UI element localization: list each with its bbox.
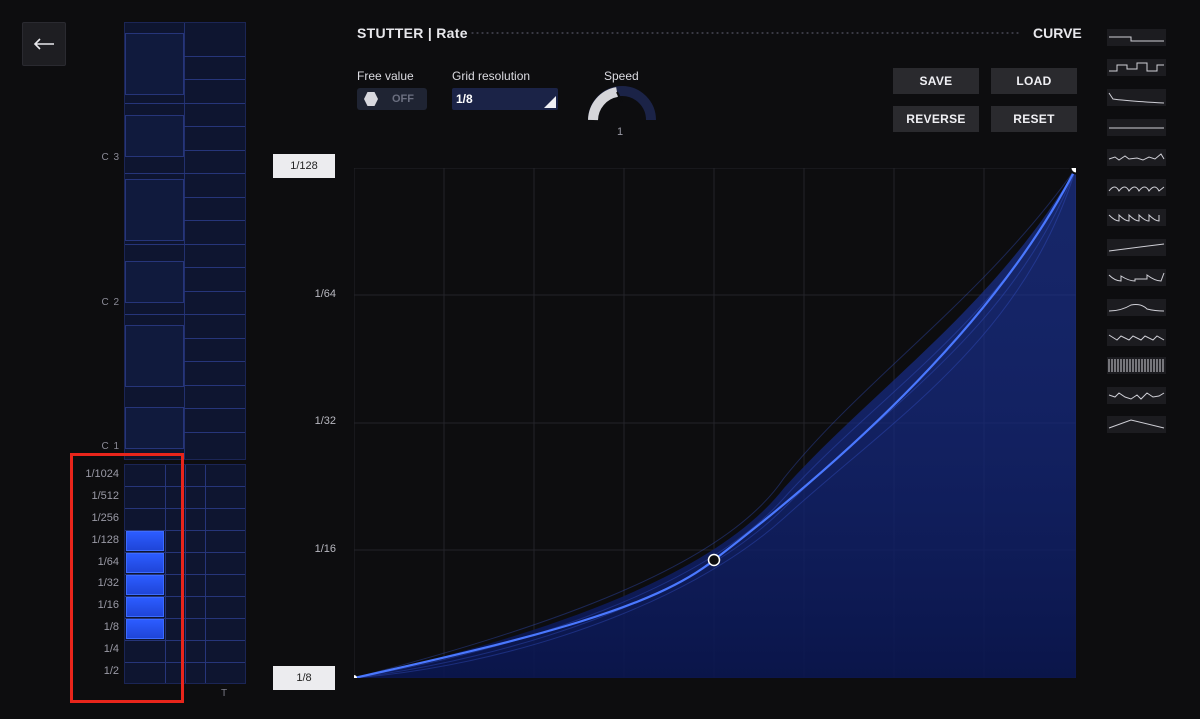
preset-7[interactable]: [1107, 209, 1166, 226]
grid-resolution-value: 1/8: [456, 92, 473, 106]
page-title: STUTTER | Rate: [357, 25, 468, 41]
free-value-toggle[interactable]: OFF: [357, 88, 427, 110]
curve-mid-handle[interactable]: [707, 553, 721, 567]
preset-12[interactable]: [1107, 357, 1166, 374]
preset-6[interactable]: [1107, 179, 1166, 196]
grid-resolution-select[interactable]: 1/8: [452, 88, 558, 110]
bottom-value-box[interactable]: 1/8: [273, 666, 335, 690]
octave-label-c1: C 1: [101, 441, 120, 452]
y-label-1-64: 1/64: [314, 288, 336, 300]
preset-3[interactable]: [1107, 89, 1166, 106]
column-label-t: T: [221, 688, 228, 699]
load-button[interactable]: LOAD: [991, 68, 1077, 94]
preset-8[interactable]: [1107, 239, 1166, 256]
save-button[interactable]: SAVE: [893, 68, 979, 94]
back-button[interactable]: [22, 22, 66, 66]
preset-13[interactable]: [1107, 387, 1166, 404]
preset-5[interactable]: [1107, 149, 1166, 166]
octave-label-c2: C 2: [101, 297, 120, 308]
preset-2[interactable]: [1107, 59, 1166, 76]
arrow-left-icon: [33, 38, 54, 50]
speed-value: 1: [617, 126, 624, 138]
preset-11[interactable]: [1107, 329, 1166, 346]
dropdown-corner-icon: [544, 96, 556, 108]
y-label-1-16: 1/16: [314, 543, 336, 555]
mode-label: CURVE: [1033, 25, 1082, 41]
header-divider: [470, 32, 1020, 34]
octave-label-c3: C 3: [101, 152, 120, 163]
highlight-box: [70, 453, 184, 703]
preset-1[interactable]: [1107, 29, 1166, 46]
y-label-1-32: 1/32: [314, 415, 336, 427]
top-value-box[interactable]: 1/128: [273, 154, 335, 178]
preset-9[interactable]: [1107, 269, 1166, 286]
preset-10[interactable]: [1107, 299, 1166, 316]
reverse-button[interactable]: REVERSE: [893, 106, 979, 132]
free-value-label: Free value: [357, 69, 414, 83]
curve-end-point[interactable]: [1069, 168, 1077, 175]
preset-14[interactable]: [1107, 416, 1166, 433]
hexagon-icon: [364, 92, 378, 106]
preset-4[interactable]: [1107, 119, 1166, 136]
speed-label: Speed: [604, 69, 639, 83]
piano-roll[interactable]: [124, 22, 246, 460]
reset-button[interactable]: RESET: [991, 106, 1077, 132]
curve-graph[interactable]: [354, 168, 1076, 678]
curve-start-point[interactable]: [354, 675, 357, 678]
free-value-state: OFF: [392, 93, 414, 105]
grid-resolution-label: Grid resolution: [452, 69, 531, 83]
